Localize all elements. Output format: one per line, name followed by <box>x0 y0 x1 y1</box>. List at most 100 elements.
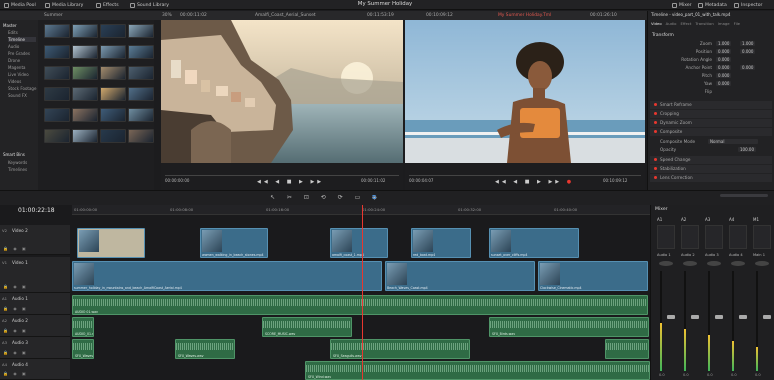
inspector-tab[interactable]: Video <box>651 21 662 28</box>
video-clip[interactable]: red_boat.mp4 <box>411 228 471 258</box>
media-thumbnail[interactable] <box>128 129 154 143</box>
video-clip[interactable]: Beach_Waves_Coast.mp4 <box>385 261 535 291</box>
pan-knob-icon[interactable] <box>659 261 673 266</box>
section-enabled-icon[interactable] <box>654 121 657 124</box>
media-thumbnail[interactable] <box>128 108 154 122</box>
inspector-value-y[interactable]: 1.000 <box>740 41 756 46</box>
section-enabled-icon[interactable] <box>654 167 657 170</box>
source-viewer[interactable] <box>161 20 403 163</box>
eq-graph[interactable] <box>657 225 675 249</box>
track-header[interactable]: A3 Audio 3 🔒 ◉ ▣ <box>0 337 70 359</box>
pan-knob-icon[interactable] <box>755 261 769 266</box>
timeline-ruler[interactable]: 01:00:00:00 01:00:08:00 01:00:16:00 01:00:2… <box>72 205 673 215</box>
media-thumbnail[interactable] <box>44 87 70 101</box>
inspector-tab[interactable]: Image <box>718 21 730 28</box>
inspector-value-x[interactable]: 0.000 <box>716 73 732 78</box>
media-thumbnail[interactable] <box>72 129 98 143</box>
inspector-value-x[interactable]: 0.000 <box>716 65 732 70</box>
transform-section[interactable]: Transform <box>652 33 674 38</box>
audio-clip[interactable]: AUDIO 01.wav <box>72 295 648 315</box>
media-thumbnail[interactable] <box>44 108 70 122</box>
pan-knob-icon[interactable] <box>731 261 745 266</box>
media-thumbnail[interactable] <box>72 108 98 122</box>
inspector-tab[interactable]: File <box>734 21 740 28</box>
track-header[interactable]: V1 Video 1 🔒 ◉ ▣ <box>0 257 70 293</box>
track-controls-icon[interactable]: 🔒 ◉ ▣ <box>3 246 28 251</box>
timeline-transport-buttons[interactable]: ◀◀ ◀ ■ ▶ ▶▶ ● <box>495 179 574 185</box>
track-header[interactable]: A4 Audio 4 🔒 ◉ ▣ <box>0 359 70 380</box>
media-thumbnail[interactable] <box>100 66 126 80</box>
media-thumbnail[interactable] <box>44 45 70 59</box>
audio-clip[interactable]: SFX_Wind.wav <box>305 361 650 380</box>
inspector-value-x[interactable]: 1.000 <box>716 41 732 46</box>
media-thumbnail[interactable] <box>100 129 126 143</box>
fader-handle[interactable] <box>667 315 675 319</box>
audio-clip[interactable]: SFX_Waves.wav <box>72 339 94 359</box>
media-thumbnail[interactable] <box>128 24 154 38</box>
playhead[interactable] <box>362 205 363 380</box>
media-library-button[interactable]: Media Library <box>45 1 83 9</box>
video-clip[interactable]: summer_holiday_in_mountains_and_beach_Am… <box>72 261 382 291</box>
media-pool-button[interactable]: Media Pool <box>4 1 36 9</box>
inspector-value-x[interactable]: 0.000 <box>716 81 732 86</box>
inspector-value-x[interactable]: 0.000 <box>716 49 732 54</box>
fader-handle[interactable] <box>691 315 699 319</box>
fader-handle[interactable] <box>763 315 771 319</box>
audio-clip[interactable]: SFX_Birds.wav <box>489 317 649 337</box>
track-controls-icon[interactable]: 🔒 ◉ ▣ <box>3 306 28 311</box>
section-enabled-icon[interactable] <box>654 103 657 106</box>
video-clip[interactable]: amalfi_coast_1.mp4 <box>330 228 388 258</box>
bin-item[interactable]: Drone <box>8 58 20 63</box>
video-clip[interactable]: sunset_over_cliffs.mp4 <box>489 228 579 258</box>
source-zoom[interactable]: 30% <box>162 13 172 18</box>
pan-knob-icon[interactable] <box>707 261 721 266</box>
snapping-icon[interactable]: ⧉ <box>372 194 376 202</box>
audio-clip[interactable]: AUDIO_01.mp3 <box>72 317 94 337</box>
sound-library-button[interactable]: Sound Library <box>130 1 169 9</box>
inspector-section[interactable]: Dynamic Zoom <box>660 120 692 125</box>
track-header[interactable]: A1 Audio 1 🔒 ◉ ▣ <box>0 293 70 315</box>
media-thumbnail[interactable] <box>100 45 126 59</box>
section-enabled-icon[interactable] <box>654 130 657 133</box>
inspector-value-y[interactable]: 0.000 <box>740 49 756 54</box>
metadata-button[interactable]: Metadata <box>698 1 727 9</box>
inspector-button[interactable]: Inspector <box>734 1 762 9</box>
media-thumbnail[interactable] <box>72 45 98 59</box>
bin-item[interactable]: Magenta <box>8 65 25 70</box>
media-thumbnail[interactable] <box>44 66 70 80</box>
media-thumbnail[interactable] <box>72 87 98 101</box>
media-thumbnail[interactable] <box>100 87 126 101</box>
track-controls-icon[interactable]: 🔒 ◉ ▣ <box>3 350 28 355</box>
inspector-tab[interactable]: Transition <box>695 21 713 28</box>
bin-item[interactable]: Timeline <box>8 37 36 42</box>
audio-clip[interactable] <box>605 339 649 359</box>
section-enabled-icon[interactable] <box>654 158 657 161</box>
track-controls-icon[interactable]: 🔒 ◉ ▣ <box>3 284 28 289</box>
inspector-section[interactable]: Cropping <box>660 111 679 116</box>
media-thumbnail[interactable] <box>72 66 98 80</box>
bin-selector[interactable]: Summer <box>44 13 63 18</box>
mixer-button[interactable]: Mixer <box>672 1 692 9</box>
video-clip[interactable] <box>77 228 145 258</box>
opacity-value[interactable]: 100.00 <box>738 147 756 152</box>
effects-button[interactable]: Effects <box>96 1 119 9</box>
source-scrubber[interactable] <box>165 175 399 176</box>
bin-item[interactable]: Stock Footage <box>8 86 36 91</box>
audio-clip[interactable]: SCORE_MUSIC.wav <box>262 317 352 337</box>
fader-handle[interactable] <box>715 315 723 319</box>
bin-item[interactable]: Live Video <box>8 72 29 77</box>
inspector-section[interactable]: Composite <box>660 129 682 134</box>
inspector-section[interactable]: Smart Reframe <box>660 102 692 107</box>
fader-handle[interactable] <box>739 315 747 319</box>
smart-bin-item[interactable]: Timelines <box>8 167 27 172</box>
timeline-scrubber[interactable] <box>409 175 641 176</box>
audio-clip[interactable]: SFX_Waves.wav <box>175 339 235 359</box>
edit-tools[interactable]: ↖ ✂ ⊡ ⟲ ⟳ ▭ ◈ <box>270 194 382 201</box>
audio-clip[interactable]: SFX_Seagulls.wav <box>330 339 470 359</box>
bin-item[interactable]: Audio <box>8 44 19 49</box>
timeline-viewer[interactable] <box>405 20 645 163</box>
zoom-slider[interactable] <box>720 194 768 197</box>
bin-item[interactable]: Master <box>3 23 17 28</box>
section-enabled-icon[interactable] <box>654 112 657 115</box>
eq-graph[interactable] <box>729 225 747 249</box>
